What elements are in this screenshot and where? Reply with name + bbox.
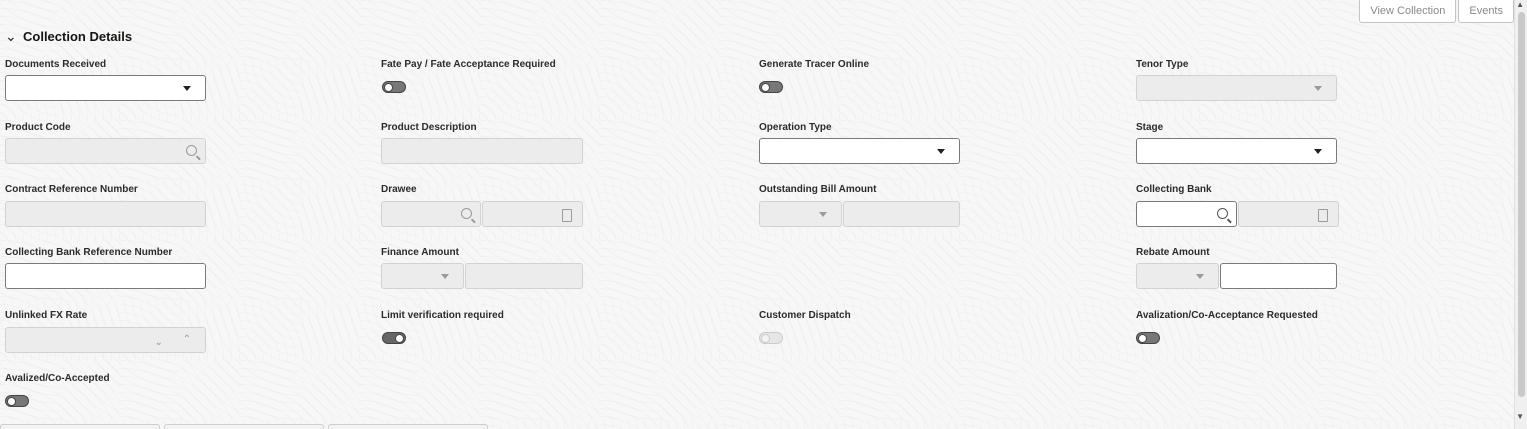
limit-verification-toggle[interactable] [382,332,406,344]
avalization-requested-toggle[interactable] [1136,332,1160,344]
drawee-field: Drawee [381,184,583,227]
drawee-id-input[interactable] [381,201,481,227]
product-description-field: Product Description [381,122,583,164]
generate-tracer-toggle[interactable] [759,81,783,93]
finance-amount-field: Finance Amount [381,247,583,289]
header-actions: View Collection Events [1357,0,1514,23]
rebate-amount-label: Rebate Amount [1136,247,1210,258]
outstanding-bill-amount-label: Outstanding Bill Amount [759,184,877,195]
unlinked-fx-rate-field: Unlinked FX Rate ⌄ ⌃ [5,310,206,353]
fate-pay-label: Fate Pay / Fate Acceptance Required [381,59,556,70]
bottom-tab[interactable] [0,424,160,429]
dropdown-caret-icon [1314,86,1322,91]
product-code-input[interactable] [5,138,206,164]
contract-reference-input[interactable] [5,201,206,227]
dropdown-caret-icon [819,212,827,217]
customer-dispatch-label: Customer Dispatch [759,310,851,321]
scrollbar-thumb[interactable] [1518,12,1525,397]
drawee-name-input[interactable] [482,201,583,227]
documents-received-label: Documents Received [5,59,107,70]
rebate-amount-field: Rebate Amount [1136,247,1337,289]
outstanding-bill-amount-input[interactable] [843,201,960,227]
dropdown-caret-icon [937,149,945,154]
product-code-field: Product Code [5,122,206,164]
collecting-bank-ref-field: Collecting Bank Reference Number [5,247,206,289]
rebate-amount-input[interactable] [1220,263,1337,289]
stage-select[interactable] [1136,138,1337,164]
operation-type-label: Operation Type [759,122,832,133]
documents-received-select[interactable] [5,75,206,101]
unlinked-fx-rate-input[interactable]: ⌄ ⌃ [5,327,206,353]
product-code-label: Product Code [5,122,71,133]
generate-tracer-label: Generate Tracer Online [759,59,870,70]
product-description-input[interactable] [381,138,583,164]
stepper-down-icon[interactable]: ⌄ [155,337,163,348]
documents-received-field: Documents Received [5,59,206,101]
bottom-tabs [0,424,488,429]
collecting-bank-ref-input[interactable] [5,263,206,289]
fate-pay-field: Fate Pay / Fate Acceptance Required [381,59,556,93]
collecting-bank-name-input[interactable] [1238,201,1339,227]
collecting-bank-field: Collecting Bank [1136,184,1339,227]
dropdown-caret-icon [183,86,191,91]
bottom-tab[interactable] [328,424,488,429]
section-title: Collection Details [23,29,133,44]
generate-tracer-field: Generate Tracer Online [759,59,870,93]
vertical-scrollbar[interactable]: ▲ ▼ [1514,0,1527,429]
view-collection-button[interactable]: View Collection [1359,0,1457,23]
document-icon[interactable] [562,209,572,222]
avalization-requested-label: Avalization/Co-Acceptance Requested [1136,310,1318,321]
collecting-bank-label: Collecting Bank [1136,184,1212,195]
collecting-bank-ref-label: Collecting Bank Reference Number [5,247,173,258]
contract-reference-label: Contract Reference Number [5,184,138,195]
tenor-type-select[interactable] [1136,75,1337,101]
chevron-down-icon[interactable]: ⌄ [5,28,17,45]
collecting-bank-input[interactable] [1136,201,1237,227]
dropdown-caret-icon [1196,274,1204,279]
rebate-currency-select[interactable] [1136,263,1219,289]
avalized-field: Avalized/Co-Accepted [5,373,110,407]
tenor-type-field: Tenor Type [1136,59,1337,101]
section-header[interactable]: ⌄ Collection Details [5,28,132,45]
unlinked-fx-rate-label: Unlinked FX Rate [5,310,88,321]
product-description-label: Product Description [381,122,477,133]
search-icon[interactable] [1217,208,1228,219]
finance-amount-input[interactable] [465,263,583,289]
limit-verification-label: Limit verification required [381,310,504,321]
stage-label: Stage [1136,122,1164,133]
contract-reference-field: Contract Reference Number [5,184,206,227]
avalized-label: Avalized/Co-Accepted [5,373,110,384]
bottom-tab[interactable] [164,424,324,429]
operation-type-select[interactable] [759,138,960,164]
limit-verification-field: Limit verification required [381,310,504,344]
document-icon[interactable] [1318,209,1328,222]
avalized-toggle[interactable] [5,395,29,407]
stage-field: Stage [1136,122,1337,164]
customer-dispatch-field: Customer Dispatch [759,310,851,344]
search-icon[interactable] [461,208,472,219]
fate-pay-toggle[interactable] [382,81,406,93]
outstanding-bill-amount-field: Outstanding Bill Amount [759,184,960,227]
drawee-label: Drawee [381,184,417,195]
finance-currency-select[interactable] [381,263,464,289]
dropdown-caret-icon [1314,149,1322,154]
finance-amount-label: Finance Amount [381,247,459,258]
operation-type-field: Operation Type [759,122,960,164]
scroll-down-icon[interactable]: ▼ [1516,412,1524,421]
dropdown-caret-icon [441,274,449,279]
search-icon[interactable] [186,145,197,156]
avalization-requested-field: Avalization/Co-Acceptance Requested [1136,310,1318,344]
customer-dispatch-toggle[interactable] [759,332,783,344]
events-button[interactable]: Events [1458,0,1514,23]
tenor-type-label: Tenor Type [1136,59,1189,70]
scroll-up-icon[interactable]: ▲ [1516,0,1524,9]
stepper-up-icon[interactable]: ⌃ [183,334,191,345]
outstanding-bill-currency-select[interactable] [759,201,842,227]
